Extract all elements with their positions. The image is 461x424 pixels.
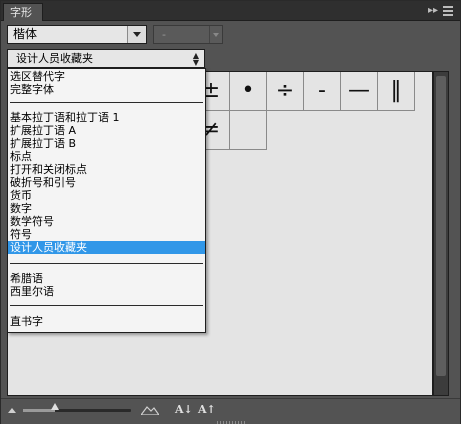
show-category-dropdown: 选区替代字 完整字体 基本拉丁语和拉丁语 1 扩展拉丁语 A 扩展拉丁语 B 标… <box>7 68 206 333</box>
dropdown-item[interactable]: 西里尔语 <box>8 285 205 298</box>
glyphs-panel: 字形 ▸▸ 楷体 - 设计人员收藏夹 ▲ ▼ ± • ÷ - — ‖ ≠ 选区替… <box>0 0 461 424</box>
tab-glyphs[interactable]: 字形 <box>3 3 43 21</box>
dropdown-separator <box>10 263 203 264</box>
dropdown-item[interactable]: 基本拉丁语和拉丁语 1 <box>8 111 205 124</box>
panel-menu-icon[interactable] <box>442 4 454 18</box>
chevron-down-icon[interactable] <box>209 26 222 43</box>
dropdown-item[interactable]: 扩展拉丁语 A <box>8 124 205 137</box>
dropdown-item[interactable]: 破折号和引号 <box>8 176 205 189</box>
panel-title-bar: 字形 ▸▸ <box>1 1 460 21</box>
glyph-cell[interactable]: - <box>304 72 341 111</box>
up-down-arrows-icon[interactable]: ▲ ▼ <box>191 52 201 67</box>
dropdown-item[interactable]: 货币 <box>8 189 205 202</box>
dropdown-item[interactable]: 数字 <box>8 202 205 215</box>
dropdown-item-selected[interactable]: 设计人员收藏夹 <box>8 241 205 254</box>
glyph-cell[interactable]: — <box>341 72 378 111</box>
font-size-up-icon[interactable]: A↑ <box>198 403 216 416</box>
show-category-select[interactable]: 设计人员收藏夹 <box>7 49 205 68</box>
glyph-cell[interactable] <box>230 111 267 150</box>
dropdown-item[interactable]: 数学符号 <box>8 215 205 228</box>
large-mountain-icon[interactable] <box>141 405 159 415</box>
small-mountain-icon[interactable] <box>8 408 16 413</box>
glyph-grid-scrollbar[interactable] <box>433 71 449 396</box>
scrollbar-thumb[interactable] <box>436 76 446 376</box>
dropdown-item[interactable]: 直书字 <box>8 315 205 328</box>
glyph-cell[interactable]: • <box>230 72 267 111</box>
zoom-slider[interactable] <box>23 409 131 412</box>
collapse-expand-icon[interactable]: ▸▸ <box>428 4 438 18</box>
font-family-select[interactable]: 楷体 <box>7 25 147 44</box>
dropdown-item[interactable]: 标点 <box>8 150 205 163</box>
dropdown-separator <box>10 305 203 306</box>
dropdown-item[interactable]: 选区替代字 <box>8 70 205 83</box>
glyph-cell[interactable]: ‖ <box>378 72 415 111</box>
font-size-down-icon[interactable]: A↓ <box>175 403 193 416</box>
dropdown-item[interactable]: 完整字体 <box>8 83 205 96</box>
chevron-down-icon[interactable] <box>127 26 146 43</box>
dropdown-item[interactable]: 打开和关闭标点 <box>8 163 205 176</box>
zoom-slider-thumb[interactable] <box>51 403 60 412</box>
dropdown-separator <box>10 102 203 103</box>
dropdown-item[interactable]: 希腊语 <box>8 272 205 285</box>
dropdown-item[interactable]: 扩展拉丁语 B <box>8 137 205 150</box>
glyph-cell[interactable]: ÷ <box>267 72 304 111</box>
dropdown-item[interactable]: 符号 <box>8 228 205 241</box>
